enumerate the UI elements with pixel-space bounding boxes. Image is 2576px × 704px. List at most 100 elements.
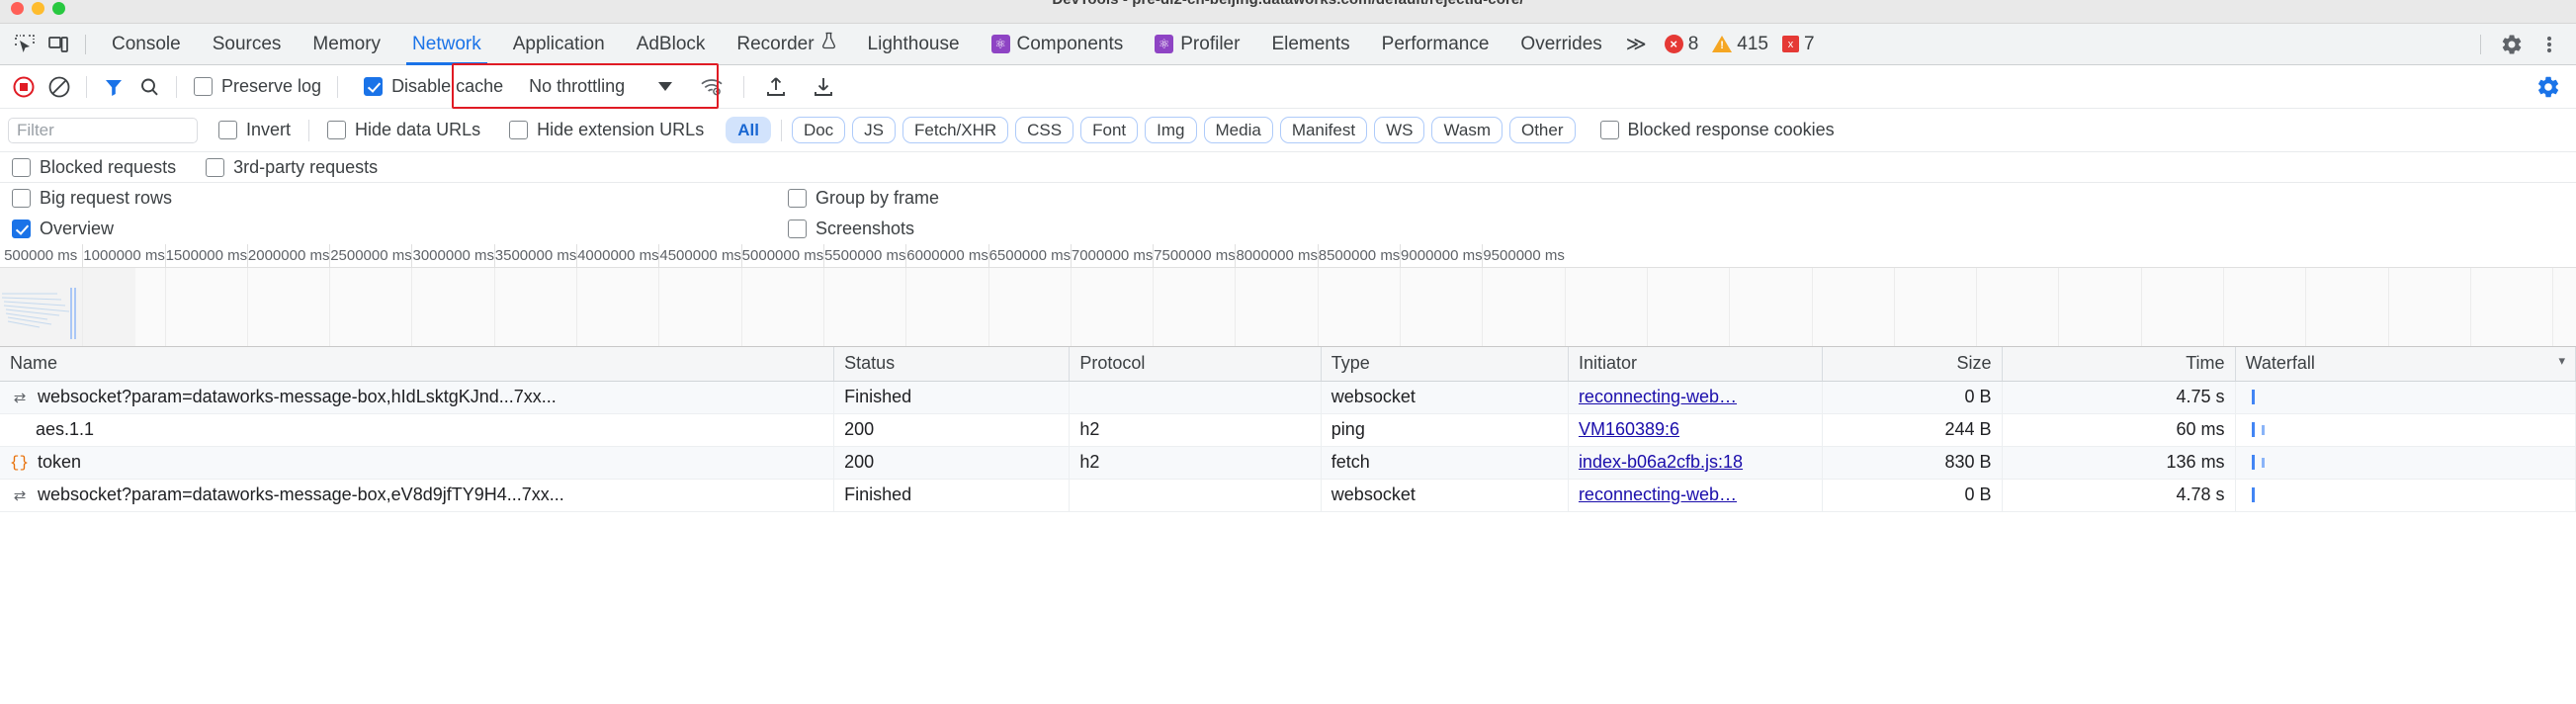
overview-checkbox[interactable]: Overview bbox=[8, 219, 118, 239]
record-stop-button[interactable] bbox=[6, 71, 42, 103]
column-header-type[interactable]: Type bbox=[1321, 347, 1568, 381]
filter-pill-fetch-xhr[interactable]: Fetch/XHR bbox=[902, 117, 1008, 143]
filter-pill-css[interactable]: CSS bbox=[1015, 117, 1073, 143]
network-overview-graph[interactable] bbox=[0, 268, 2576, 347]
hide-data-urls-checkbox[interactable]: Hide data URLs bbox=[323, 120, 484, 140]
checkbox-box bbox=[194, 77, 213, 96]
tab-lighthouse[interactable]: Lighthouse bbox=[852, 24, 976, 65]
tab-label: Memory bbox=[312, 24, 381, 65]
column-header-waterfall[interactable]: Waterfall ▾ bbox=[2235, 347, 2575, 381]
cell-initiator[interactable]: reconnecting-web… bbox=[1568, 381, 1822, 413]
filter-pill-media[interactable]: Media bbox=[1204, 117, 1273, 143]
initiator-link[interactable]: index-b06a2cfb.js:18 bbox=[1579, 452, 1743, 472]
wifi-settings-icon[interactable] bbox=[694, 71, 730, 103]
filter-pill-js[interactable]: JS bbox=[852, 117, 896, 143]
ruler-tick: 6500000 ms bbox=[988, 244, 1071, 267]
chevron-down-icon[interactable]: ▾ bbox=[2558, 353, 2565, 369]
filter-pill-doc[interactable]: Doc bbox=[792, 117, 845, 143]
group-by-frame-checkbox[interactable]: Group by frame bbox=[784, 188, 943, 209]
export-har-icon[interactable] bbox=[806, 71, 841, 103]
network-settings-gear-icon[interactable] bbox=[2531, 71, 2566, 103]
cell-status: 200 bbox=[834, 413, 1070, 446]
big-request-rows-checkbox[interactable]: Big request rows bbox=[8, 188, 176, 209]
cell-initiator[interactable]: VM160389:6 bbox=[1568, 413, 1822, 446]
table-row[interactable]: ⇄ websocket?param=dataworks-message-box,… bbox=[0, 479, 2576, 511]
issue-badges: × 8 415 x 7 bbox=[1665, 34, 1815, 55]
ruler-tick: 6000000 ms bbox=[905, 244, 987, 267]
filter-pill-manifest[interactable]: Manifest bbox=[1280, 117, 1367, 143]
network-filter-bar: Invert Hide data URLs Hide extension URL… bbox=[0, 109, 2576, 152]
cell-initiator[interactable]: reconnecting-web… bbox=[1568, 479, 1822, 511]
blocked-requests-checkbox[interactable]: Blocked requests bbox=[8, 157, 180, 178]
tab-console[interactable]: Console bbox=[96, 24, 197, 65]
table-row[interactable]: ⇄ websocket?param=dataworks-message-box,… bbox=[0, 381, 2576, 413]
tab-profiler[interactable]: ⚛ Profiler bbox=[1139, 24, 1255, 65]
filter-pill-other[interactable]: Other bbox=[1509, 117, 1576, 143]
tab-network[interactable]: Network bbox=[396, 24, 497, 65]
toolbar-divider-4 bbox=[743, 76, 744, 98]
blocked-response-cookies-label: Blocked response cookies bbox=[1628, 120, 1835, 140]
preserve-log-checkbox[interactable]: Preserve log bbox=[190, 76, 325, 97]
tab-elements[interactable]: Elements bbox=[1255, 24, 1365, 65]
cell-waterfall bbox=[2235, 381, 2575, 413]
tab-label: Performance bbox=[1382, 24, 1490, 65]
filter-pill-ws[interactable]: WS bbox=[1374, 117, 1424, 143]
cell-size: 0 B bbox=[1822, 381, 2002, 413]
column-header-initiator[interactable]: Initiator bbox=[1568, 347, 1822, 381]
inspect-element-icon[interactable] bbox=[8, 30, 42, 59]
filter-pill-img[interactable]: Img bbox=[1145, 117, 1196, 143]
tab-sources[interactable]: Sources bbox=[197, 24, 298, 65]
initiator-link[interactable]: reconnecting-web… bbox=[1579, 387, 1737, 406]
column-header-status[interactable]: Status bbox=[834, 347, 1070, 381]
initiator-link[interactable]: reconnecting-web… bbox=[1579, 484, 1737, 504]
kebab-menu-icon[interactable] bbox=[2533, 30, 2566, 59]
invert-checkbox[interactable]: Invert bbox=[215, 120, 295, 140]
gear-icon[interactable] bbox=[2495, 30, 2529, 59]
filter-pill-all[interactable]: All bbox=[726, 117, 771, 143]
error-count-badge[interactable]: × 8 bbox=[1665, 34, 1699, 55]
disable-cache-checkbox[interactable]: Disable cache bbox=[360, 76, 507, 97]
warning-count-badge[interactable]: 415 bbox=[1712, 34, 1768, 55]
table-row[interactable]: aes.1.1 200 h2 ping VM160389:6 244 B 60 … bbox=[0, 413, 2576, 446]
tab-memory[interactable]: Memory bbox=[297, 24, 396, 65]
blocked-response-cookies-checkbox[interactable]: Blocked response cookies bbox=[1596, 120, 1839, 140]
table-row[interactable]: {} token 200 h2 fetch index-b06a2cfb.js:… bbox=[0, 446, 2576, 479]
cell-name[interactable]: ⇄ websocket?param=dataworks-message-box,… bbox=[0, 479, 834, 511]
throttling-dropdown[interactable]: No throttling bbox=[523, 76, 631, 97]
column-header-name[interactable]: Name bbox=[0, 347, 834, 381]
hide-extension-urls-checkbox[interactable]: Hide extension URLs bbox=[505, 120, 708, 140]
import-har-icon[interactable] bbox=[758, 71, 794, 103]
filter-funnel-icon[interactable] bbox=[96, 71, 131, 103]
cell-protocol bbox=[1070, 479, 1321, 511]
error-icon: × bbox=[1665, 35, 1683, 53]
cell-name[interactable]: {} token bbox=[0, 446, 834, 479]
filter-pill-font[interactable]: Font bbox=[1080, 117, 1138, 143]
tab-components[interactable]: ⚛ Components bbox=[976, 24, 1140, 65]
issue-count-badge[interactable]: x 7 bbox=[1782, 34, 1815, 55]
column-header-size[interactable]: Size bbox=[1822, 347, 2002, 381]
third-party-requests-checkbox[interactable]: 3rd-party requests bbox=[202, 157, 382, 178]
cell-name[interactable]: ⇄ websocket?param=dataworks-message-box,… bbox=[0, 381, 834, 413]
search-icon[interactable] bbox=[131, 71, 167, 103]
tab-performance[interactable]: Performance bbox=[1366, 24, 1505, 65]
search-input[interactable] bbox=[8, 118, 198, 143]
initiator-link[interactable]: VM160389:6 bbox=[1579, 419, 1679, 439]
chevron-down-icon[interactable] bbox=[658, 82, 672, 91]
tab-label: Components bbox=[1017, 24, 1124, 65]
tab-overrides[interactable]: Overrides bbox=[1504, 24, 1617, 65]
tab-recorder[interactable]: Recorder bbox=[721, 24, 851, 65]
options-row-2: Big request rows Group by frame bbox=[0, 183, 2576, 214]
screenshots-checkbox[interactable]: Screenshots bbox=[784, 219, 918, 239]
network-overview-ruler[interactable]: 500000 ms 1000000 ms 1500000 ms 2000000 … bbox=[0, 244, 2576, 268]
device-toolbar-icon[interactable] bbox=[42, 30, 75, 59]
cell-name[interactable]: aes.1.1 bbox=[0, 413, 834, 446]
more-tabs-icon[interactable]: ≫ bbox=[1618, 32, 1655, 56]
column-header-time[interactable]: Time bbox=[2002, 347, 2235, 381]
filter-pill-wasm[interactable]: Wasm bbox=[1431, 117, 1503, 143]
cell-initiator[interactable]: index-b06a2cfb.js:18 bbox=[1568, 446, 1822, 479]
tab-adblock[interactable]: AdBlock bbox=[621, 24, 722, 65]
tab-application[interactable]: Application bbox=[497, 24, 621, 65]
cell-protocol: h2 bbox=[1070, 413, 1321, 446]
column-header-protocol[interactable]: Protocol bbox=[1070, 347, 1321, 381]
clear-network-log-icon[interactable] bbox=[42, 71, 77, 103]
